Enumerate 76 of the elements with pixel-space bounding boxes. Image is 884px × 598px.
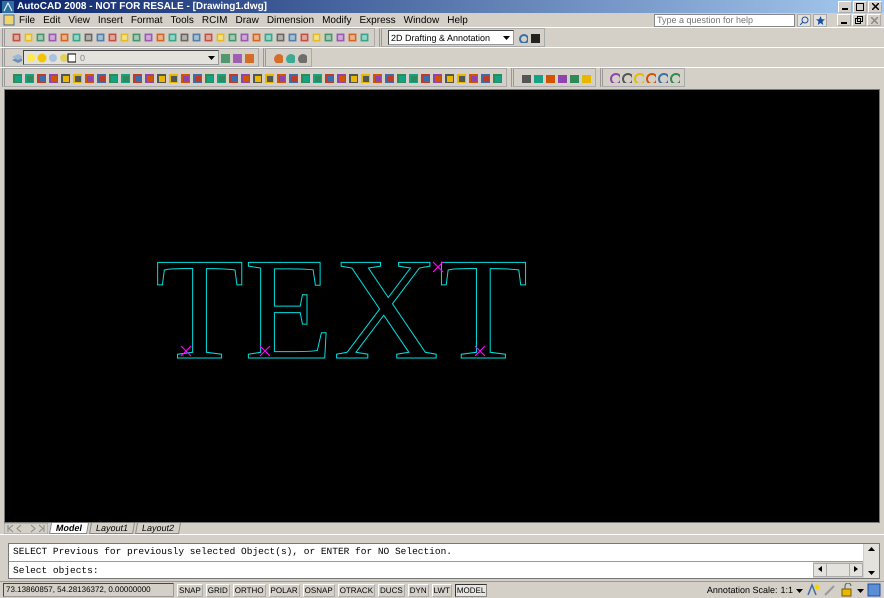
menu-item[interactable]: Express xyxy=(356,14,400,26)
minimize-button[interactable] xyxy=(837,14,851,26)
menu-item[interactable]: Window xyxy=(400,14,444,26)
close-button[interactable] xyxy=(868,0,882,13)
layout-tab[interactable]: Layout1 xyxy=(89,523,135,534)
tool-icon[interactable] xyxy=(251,72,262,83)
drawing-canvas[interactable]: TEXT xyxy=(4,89,880,523)
tool-icon[interactable] xyxy=(155,72,166,83)
restore-icon xyxy=(855,16,863,24)
annotation-scale-label: Annotation Scale: xyxy=(706,585,778,596)
annotation-scale-value[interactable]: 1:1 xyxy=(780,585,793,596)
close-icon xyxy=(872,3,878,10)
minimize-button[interactable] xyxy=(838,0,852,13)
menu-item[interactable]: Format xyxy=(126,14,167,26)
grip-marker-icon[interactable] xyxy=(474,345,486,357)
vertical-scrollbar[interactable] xyxy=(864,544,879,578)
star-icon xyxy=(816,16,824,25)
maximize-button[interactable] xyxy=(853,0,867,13)
menu-item[interactable]: File xyxy=(15,14,40,26)
help-search-field[interactable]: Type a question for help xyxy=(654,14,795,27)
tool-icon[interactable] xyxy=(359,72,370,83)
menu-item[interactable]: Tools xyxy=(166,14,198,26)
status-toggle[interactable]: SNAP xyxy=(177,584,203,597)
tool-icon[interactable] xyxy=(455,72,466,83)
status-toggle[interactable]: OSNAP xyxy=(302,584,335,597)
star-button[interactable] xyxy=(813,14,827,27)
status-toggle[interactable]: OTRACK xyxy=(338,584,376,597)
tool-icon[interactable] xyxy=(520,72,531,83)
dropdown-arrow-icon xyxy=(207,53,216,62)
menu-item[interactable]: Modify xyxy=(318,14,356,26)
status-toggle[interactable]: ORTHO xyxy=(232,584,266,597)
cad-text[interactable]: TEXT xyxy=(155,228,528,390)
tool-icon[interactable] xyxy=(443,72,454,83)
menu-item[interactable]: RCIM xyxy=(198,14,232,26)
app-logo-icon xyxy=(2,0,14,13)
tool-icon[interactable] xyxy=(347,72,358,83)
status-toggle[interactable]: DYN xyxy=(408,584,429,597)
window-title: AutoCAD 2008 - NOT FOR RESALE - [Drawing1.dwg] xyxy=(17,1,268,12)
workspace-dropdown[interactable]: 2D Drafting & Annotation xyxy=(388,30,514,45)
dropdown-arrow-icon[interactable] xyxy=(857,586,864,594)
tool-icon[interactable] xyxy=(71,72,82,83)
grip-marker-icon[interactable] xyxy=(432,261,444,273)
status-toggle[interactable]: POLAR xyxy=(268,584,300,597)
layout-tab[interactable]: Model xyxy=(49,523,89,534)
horizontal-scrollbar[interactable] xyxy=(813,563,863,578)
grip-marker-icon[interactable] xyxy=(180,345,192,357)
status-toggle[interactable]: GRID xyxy=(206,584,230,597)
menu-item[interactable]: View xyxy=(64,14,94,26)
tool-icon[interactable] xyxy=(529,32,540,43)
grip-marker-icon[interactable] xyxy=(259,345,271,357)
tool-icon[interactable] xyxy=(167,72,178,83)
layout-tab[interactable]: Layout2 xyxy=(135,523,182,534)
menu-item[interactable]: Edit xyxy=(39,14,64,26)
search-button[interactable] xyxy=(797,14,811,27)
tool-icon[interactable] xyxy=(621,72,632,83)
maximize-icon xyxy=(856,2,864,11)
command-input-field[interactable]: Select objects: xyxy=(9,562,813,578)
status-toggle[interactable]: LWT xyxy=(432,584,452,597)
command-history-line: SELECT Previous for previously selected Object(s), or ENTER for NO Selection. xyxy=(13,546,453,558)
menu-item[interactable]: Draw xyxy=(231,14,263,26)
coordinates-readout: 73.13860857, 54.28136372, 0.00000000 xyxy=(3,583,174,598)
layers-icon[interactable] xyxy=(11,52,22,63)
menu-item[interactable]: Dimension xyxy=(262,14,318,26)
dropdown-arrow-icon[interactable] xyxy=(796,586,803,594)
status-toggle[interactable]: DUCS xyxy=(378,584,405,597)
status-toggle[interactable]: MODEL xyxy=(454,584,488,597)
restore-button[interactable] xyxy=(852,14,866,26)
dropdown-arrow-icon xyxy=(502,33,511,42)
menu-item[interactable]: Help xyxy=(443,14,472,26)
tool-icon[interactable] xyxy=(263,72,274,83)
lock-icon[interactable] xyxy=(840,583,854,598)
tool-icon[interactable] xyxy=(59,72,70,83)
close-icon xyxy=(870,16,878,24)
tab-navigation-icon[interactable] xyxy=(4,523,48,534)
search-icon xyxy=(800,16,808,25)
menu-item[interactable]: Insert xyxy=(94,14,127,26)
